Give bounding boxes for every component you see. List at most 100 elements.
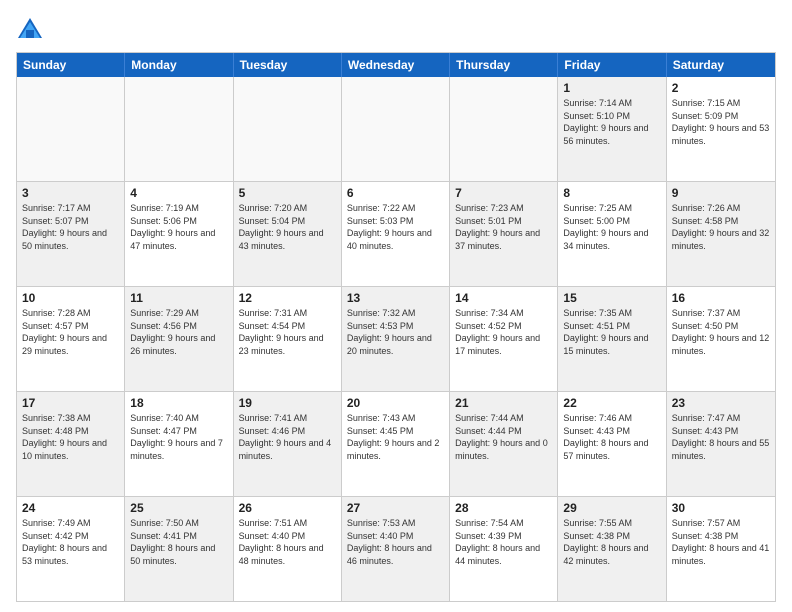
day-number: 13 <box>347 291 444 305</box>
calendar-row-2: 10 Sunrise: 7:28 AMSunset: 4:57 PMDayligh… <box>17 287 775 392</box>
day-number: 30 <box>672 501 770 515</box>
cell-info: Sunrise: 7:54 AMSunset: 4:39 PMDaylight:… <box>455 517 552 567</box>
cal-cell-17: 17 Sunrise: 7:38 AMSunset: 4:48 PMDayligh… <box>17 392 125 496</box>
cal-cell-24: 24 Sunrise: 7:49 AMSunset: 4:42 PMDayligh… <box>17 497 125 601</box>
day-number: 10 <box>22 291 119 305</box>
cell-info: Sunrise: 7:26 AMSunset: 4:58 PMDaylight:… <box>672 202 770 252</box>
cell-info: Sunrise: 7:49 AMSunset: 4:42 PMDaylight:… <box>22 517 119 567</box>
cal-cell-13: 13 Sunrise: 7:32 AMSunset: 4:53 PMDayligh… <box>342 287 450 391</box>
cal-cell-15: 15 Sunrise: 7:35 AMSunset: 4:51 PMDayligh… <box>558 287 666 391</box>
cal-cell-23: 23 Sunrise: 7:47 AMSunset: 4:43 PMDayligh… <box>667 392 775 496</box>
cal-cell-3: 3 Sunrise: 7:17 AMSunset: 5:07 PMDaylight… <box>17 182 125 286</box>
day-number: 16 <box>672 291 770 305</box>
cal-cell-8: 8 Sunrise: 7:25 AMSunset: 5:00 PMDaylight… <box>558 182 666 286</box>
cell-info: Sunrise: 7:35 AMSunset: 4:51 PMDaylight:… <box>563 307 660 357</box>
cell-info: Sunrise: 7:31 AMSunset: 4:54 PMDaylight:… <box>239 307 336 357</box>
day-number: 6 <box>347 186 444 200</box>
cell-info: Sunrise: 7:19 AMSunset: 5:06 PMDaylight:… <box>130 202 227 252</box>
cal-cell-4: 4 Sunrise: 7:19 AMSunset: 5:06 PMDaylight… <box>125 182 233 286</box>
day-number: 24 <box>22 501 119 515</box>
cell-info: Sunrise: 7:32 AMSunset: 4:53 PMDaylight:… <box>347 307 444 357</box>
cal-cell-7: 7 Sunrise: 7:23 AMSunset: 5:01 PMDaylight… <box>450 182 558 286</box>
cal-cell-empty-0-1 <box>125 77 233 181</box>
cal-cell-14: 14 Sunrise: 7:34 AMSunset: 4:52 PMDayligh… <box>450 287 558 391</box>
cell-info: Sunrise: 7:47 AMSunset: 4:43 PMDaylight:… <box>672 412 770 462</box>
cell-info: Sunrise: 7:51 AMSunset: 4:40 PMDaylight:… <box>239 517 336 567</box>
day-number: 20 <box>347 396 444 410</box>
cell-info: Sunrise: 7:15 AMSunset: 5:09 PMDaylight:… <box>672 97 770 147</box>
day-number: 7 <box>455 186 552 200</box>
cell-info: Sunrise: 7:37 AMSunset: 4:50 PMDaylight:… <box>672 307 770 357</box>
calendar-body: 1 Sunrise: 7:14 AMSunset: 5:10 PMDaylight… <box>17 77 775 601</box>
cal-cell-29: 29Sunrise: 7:55 AMSunset: 4:38 PMDayligh… <box>558 497 666 601</box>
cell-info: Sunrise: 7:29 AMSunset: 4:56 PMDaylight:… <box>130 307 227 357</box>
cal-cell-26: 26 Sunrise: 7:51 AMSunset: 4:40 PMDayligh… <box>234 497 342 601</box>
cell-info: Sunrise: 7:46 AMSunset: 4:43 PMDaylight:… <box>563 412 660 462</box>
header <box>16 16 776 44</box>
cell-info: Sunrise: 7:38 AMSunset: 4:48 PMDaylight:… <box>22 412 119 462</box>
cal-cell-empty-0-4 <box>450 77 558 181</box>
cell-info: Sunrise: 7:41 AMSunset: 4:46 PMDaylight:… <box>239 412 336 462</box>
cell-info: Sunrise: 7:53 AMSunset: 4:40 PMDaylight:… <box>347 517 444 567</box>
cal-cell-16: 16 Sunrise: 7:37 AMSunset: 4:50 PMDayligh… <box>667 287 775 391</box>
cell-info: Sunrise: 7:40 AMSunset: 4:47 PMDaylight:… <box>130 412 227 462</box>
cal-cell-empty-0-0 <box>17 77 125 181</box>
cal-cell-2: 2 Sunrise: 7:15 AMSunset: 5:09 PMDaylight… <box>667 77 775 181</box>
cell-info: Sunrise: 7:50 AMSunset: 4:41 PMDaylight:… <box>130 517 227 567</box>
day-number: 25 <box>130 501 227 515</box>
cell-info: Sunrise: 7:23 AMSunset: 5:01 PMDaylight:… <box>455 202 552 252</box>
cell-info: Sunrise: 7:17 AMSunset: 5:07 PMDaylight:… <box>22 202 119 252</box>
header-cell-saturday: Saturday <box>667 53 775 77</box>
day-number: 3 <box>22 186 119 200</box>
day-number: 19 <box>239 396 336 410</box>
day-number: 2 <box>672 81 770 95</box>
cell-info: Sunrise: 7:34 AMSunset: 4:52 PMDaylight:… <box>455 307 552 357</box>
cell-info: Sunrise: 7:25 AMSunset: 5:00 PMDaylight:… <box>563 202 660 252</box>
cal-cell-18: 18 Sunrise: 7:40 AMSunset: 4:47 PMDayligh… <box>125 392 233 496</box>
day-number: 27 <box>347 501 444 515</box>
cal-cell-12: 12 Sunrise: 7:31 AMSunset: 4:54 PMDayligh… <box>234 287 342 391</box>
day-number: 28 <box>455 501 552 515</box>
cal-cell-22: 22Sunrise: 7:46 AMSunset: 4:43 PMDayligh… <box>558 392 666 496</box>
day-number: 4 <box>130 186 227 200</box>
cal-cell-empty-0-2 <box>234 77 342 181</box>
calendar-row-4: 24 Sunrise: 7:49 AMSunset: 4:42 PMDayligh… <box>17 497 775 601</box>
day-number: 5 <box>239 186 336 200</box>
cal-cell-11: 11 Sunrise: 7:29 AMSunset: 4:56 PMDayligh… <box>125 287 233 391</box>
day-number: 12 <box>239 291 336 305</box>
page: SundayMondayTuesdayWednesdayThursdayFrid… <box>0 0 792 612</box>
cal-cell-19: 19 Sunrise: 7:41 AMSunset: 4:46 PMDayligh… <box>234 392 342 496</box>
cell-info: Sunrise: 7:20 AMSunset: 5:04 PMDaylight:… <box>239 202 336 252</box>
cal-cell-30: 30 Sunrise: 7:57 AMSunset: 4:38 PMDayligh… <box>667 497 775 601</box>
header-cell-monday: Monday <box>125 53 233 77</box>
day-number: 23 <box>672 396 770 410</box>
cal-cell-6: 6Sunrise: 7:22 AMSunset: 5:03 PMDaylight… <box>342 182 450 286</box>
cal-cell-9: 9 Sunrise: 7:26 AMSunset: 4:58 PMDaylight… <box>667 182 775 286</box>
cell-info: Sunrise: 7:43 AMSunset: 4:45 PMDaylight:… <box>347 412 444 462</box>
cell-info: Sunrise: 7:14 AMSunset: 5:10 PMDaylight:… <box>563 97 660 147</box>
calendar-row-1: 3 Sunrise: 7:17 AMSunset: 5:07 PMDaylight… <box>17 182 775 287</box>
cell-info: Sunrise: 7:28 AMSunset: 4:57 PMDaylight:… <box>22 307 119 357</box>
cal-cell-28: 28 Sunrise: 7:54 AMSunset: 4:39 PMDayligh… <box>450 497 558 601</box>
cal-cell-20: 20 Sunrise: 7:43 AMSunset: 4:45 PMDayligh… <box>342 392 450 496</box>
cal-cell-25: 25 Sunrise: 7:50 AMSunset: 4:41 PMDayligh… <box>125 497 233 601</box>
day-number: 17 <box>22 396 119 410</box>
day-number: 1 <box>563 81 660 95</box>
day-number: 26 <box>239 501 336 515</box>
day-number: 14 <box>455 291 552 305</box>
day-number: 8 <box>563 186 660 200</box>
day-number: 15 <box>563 291 660 305</box>
day-number: 18 <box>130 396 227 410</box>
calendar-header: SundayMondayTuesdayWednesdayThursdayFrid… <box>17 53 775 77</box>
calendar-row-3: 17 Sunrise: 7:38 AMSunset: 4:48 PMDayligh… <box>17 392 775 497</box>
day-number: 11 <box>130 291 227 305</box>
cal-cell-21: 21Sunrise: 7:44 AMSunset: 4:44 PMDayligh… <box>450 392 558 496</box>
day-number: 9 <box>672 186 770 200</box>
cell-info: Sunrise: 7:55 AMSunset: 4:38 PMDaylight:… <box>563 517 660 567</box>
cal-cell-empty-0-3 <box>342 77 450 181</box>
cal-cell-5: 5 Sunrise: 7:20 AMSunset: 5:04 PMDaylight… <box>234 182 342 286</box>
cell-info: Sunrise: 7:57 AMSunset: 4:38 PMDaylight:… <box>672 517 770 567</box>
cal-cell-27: 27 Sunrise: 7:53 AMSunset: 4:40 PMDayligh… <box>342 497 450 601</box>
day-number: 21 <box>455 396 552 410</box>
header-cell-thursday: Thursday <box>450 53 558 77</box>
